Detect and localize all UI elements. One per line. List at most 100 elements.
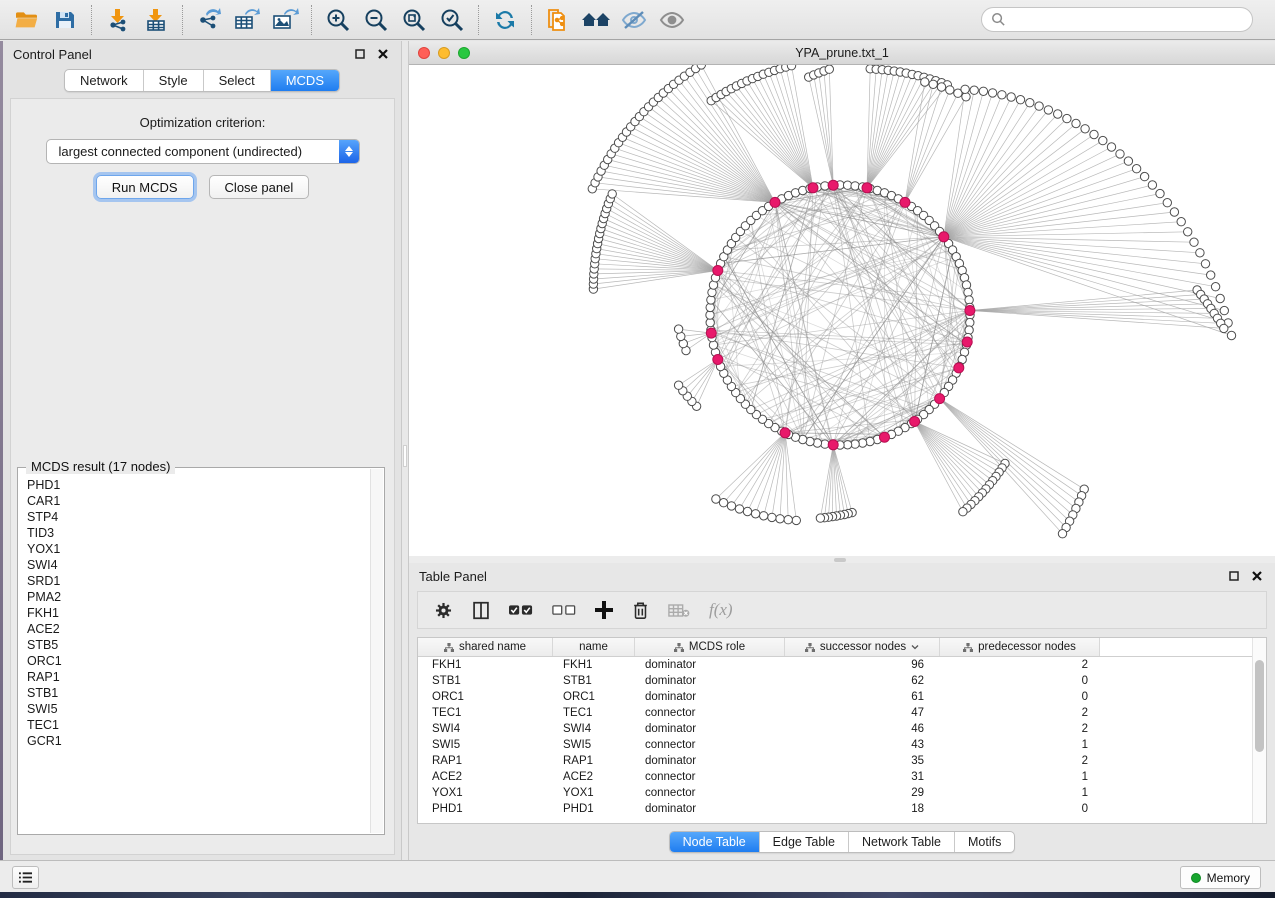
network-node[interactable]	[784, 516, 792, 524]
network-node[interactable]	[959, 508, 967, 516]
export-network-icon[interactable]	[190, 3, 228, 37]
first-neighbors-icon[interactable]	[577, 3, 615, 37]
mcds-hub-node[interactable]	[808, 183, 818, 193]
network-node[interactable]	[1207, 271, 1215, 279]
network-node[interactable]	[768, 513, 776, 521]
mcds-hub-node[interactable]	[939, 232, 949, 242]
duplicate-network-icon[interactable]	[539, 3, 577, 37]
network-node[interactable]	[735, 505, 743, 513]
vertical-splitter[interactable]	[401, 41, 409, 860]
column-layout-icon[interactable]	[472, 601, 490, 620]
export-image-icon[interactable]	[266, 3, 304, 37]
mcds-hub-node[interactable]	[713, 355, 723, 365]
network-node[interactable]	[776, 515, 784, 523]
table-scrollbar[interactable]	[1252, 638, 1266, 823]
refresh-layout-icon[interactable]	[486, 3, 524, 37]
mcds-hub-node[interactable]	[706, 328, 716, 338]
network-node[interactable]	[1220, 324, 1228, 332]
column-header-successor-nodes[interactable]: successor nodes	[785, 638, 940, 656]
network-node[interactable]	[1196, 249, 1204, 257]
network-node[interactable]	[1140, 172, 1148, 180]
network-node[interactable]	[760, 512, 768, 520]
network-node[interactable]	[674, 381, 682, 389]
table-row[interactable]: SWI5SWI5connector431	[418, 737, 1266, 753]
mcds-result-item[interactable]: SWI4	[19, 557, 369, 573]
tab-style[interactable]: Style	[143, 70, 203, 91]
mcds-result-item[interactable]: PMA2	[19, 589, 369, 605]
mcds-result-item[interactable]: CAR1	[19, 493, 369, 509]
tab-node-table[interactable]: Node Table	[670, 832, 759, 852]
mcds-result-item[interactable]: STP4	[19, 509, 369, 525]
show-all-icon[interactable]	[653, 3, 691, 37]
delete-column-icon[interactable]	[632, 601, 649, 620]
network-node[interactable]	[1156, 189, 1164, 197]
table-row[interactable]: STB1STB1dominator620	[418, 673, 1266, 689]
network-node[interactable]	[1220, 306, 1228, 314]
run-mcds-button[interactable]: Run MCDS	[96, 175, 194, 199]
network-node[interactable]	[1211, 283, 1219, 291]
column-header-shared-name[interactable]: shared name	[418, 638, 553, 656]
network-node[interactable]	[929, 80, 937, 88]
mcds-hub-node[interactable]	[935, 394, 945, 404]
zoom-selected-icon[interactable]	[433, 3, 471, 37]
mcds-hub-node[interactable]	[910, 417, 920, 427]
memory-button[interactable]: Memory	[1180, 866, 1261, 889]
close-table-panel-icon[interactable]	[1249, 568, 1265, 584]
network-node[interactable]	[1124, 157, 1132, 165]
mcds-hub-node[interactable]	[954, 363, 964, 373]
horizontal-splitter-handle[interactable]	[834, 558, 846, 562]
mcds-hub-node[interactable]	[880, 432, 890, 442]
tab-mcds[interactable]: MCDS	[270, 70, 339, 91]
network-node[interactable]	[1081, 125, 1089, 133]
column-header-mcds-role[interactable]: MCDS role	[635, 638, 785, 656]
network-node[interactable]	[1177, 218, 1185, 226]
close-panel-icon[interactable]	[375, 46, 391, 62]
select-stepper-icon[interactable]	[339, 140, 359, 163]
table-options-gear-icon[interactable]	[434, 601, 453, 620]
zoom-in-icon[interactable]	[319, 3, 357, 37]
network-node[interactable]	[719, 499, 727, 507]
mcds-result-item[interactable]: YOX1	[19, 541, 369, 557]
mcds-hub-node[interactable]	[862, 183, 872, 193]
tab-edge-table[interactable]: Edge Table	[759, 832, 848, 852]
mcds-list-scrollbar[interactable]	[370, 469, 383, 833]
mcds-result-item[interactable]: STB5	[19, 637, 369, 653]
network-node[interactable]	[998, 91, 1006, 99]
import-table-icon[interactable]	[137, 3, 175, 37]
network-node[interactable]	[1072, 119, 1080, 127]
mcds-result-item[interactable]: TID3	[19, 525, 369, 541]
network-node[interactable]	[727, 502, 735, 510]
float-panel-icon[interactable]	[352, 46, 368, 62]
mcds-result-item[interactable]: GCR1	[19, 733, 369, 749]
network-node[interactable]	[674, 325, 682, 333]
network-node[interactable]	[1184, 228, 1192, 236]
mcds-result-item[interactable]: PHD1	[19, 477, 369, 493]
mcds-result-item[interactable]: TEC1	[19, 717, 369, 733]
network-node[interactable]	[1190, 238, 1198, 246]
network-node[interactable]	[921, 78, 929, 86]
function-builder-icon[interactable]: f(x)	[709, 600, 733, 620]
tab-motifs[interactable]: Motifs	[954, 832, 1014, 852]
table-row[interactable]: ACE2ACE2connector311	[418, 769, 1266, 785]
network-node[interactable]	[1044, 106, 1052, 114]
table-row[interactable]: PHD1PHD1dominator180	[418, 801, 1266, 817]
network-node[interactable]	[1063, 114, 1071, 122]
table-scrollbar-thumb[interactable]	[1255, 660, 1264, 752]
table-row[interactable]: TEC1TEC1connector472	[418, 705, 1266, 721]
tab-network[interactable]: Network	[65, 70, 143, 91]
criterion-select[interactable]: largest connected component (undirected)	[46, 139, 360, 164]
hide-selected-icon[interactable]	[615, 3, 653, 37]
mcds-hub-node[interactable]	[962, 337, 972, 347]
task-history-button[interactable]	[12, 866, 39, 889]
delete-table-icon[interactable]	[668, 603, 690, 618]
close-panel-button[interactable]: Close panel	[209, 175, 310, 199]
network-node[interactable]	[1054, 110, 1062, 118]
zoom-out-icon[interactable]	[357, 3, 395, 37]
network-node[interactable]	[961, 85, 969, 93]
network-node[interactable]	[1116, 150, 1124, 158]
mcds-result-item[interactable]: ACE2	[19, 621, 369, 637]
vertical-splitter-handle[interactable]	[403, 445, 407, 467]
open-file-icon[interactable]	[8, 3, 46, 37]
network-node[interactable]	[970, 86, 978, 94]
table-row[interactable]: YOX1YOX1connector291	[418, 785, 1266, 801]
